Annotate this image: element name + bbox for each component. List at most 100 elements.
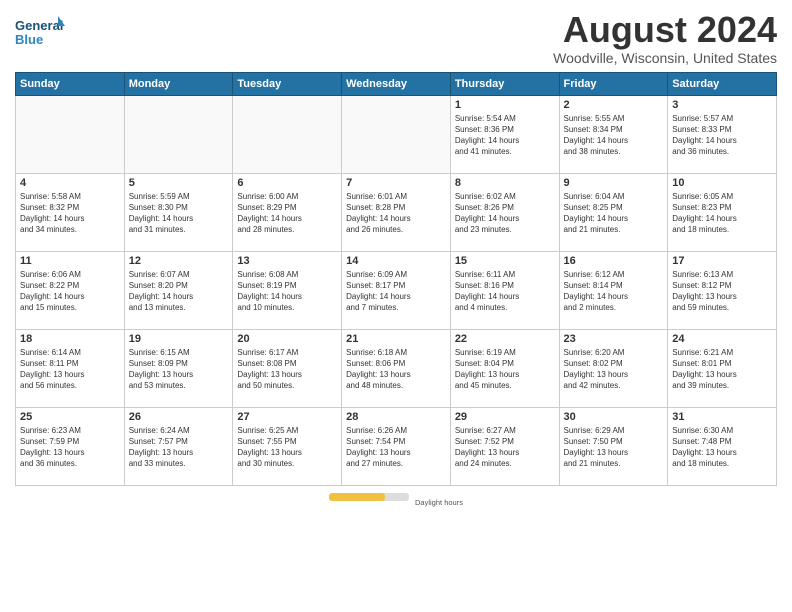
header: General Blue August 2024 Woodville, Wisc… bbox=[15, 10, 777, 66]
cell-info: Sunrise: 5:59 AM Sunset: 8:30 PM Dayligh… bbox=[129, 191, 229, 236]
weekday-saturday: Saturday bbox=[668, 72, 777, 95]
calendar-cell: 26Sunrise: 6:24 AM Sunset: 7:57 PM Dayli… bbox=[124, 407, 233, 485]
calendar-cell: 31Sunrise: 6:30 AM Sunset: 7:48 PM Dayli… bbox=[668, 407, 777, 485]
weekday-thursday: Thursday bbox=[450, 72, 559, 95]
calendar-cell: 2Sunrise: 5:55 AM Sunset: 8:34 PM Daylig… bbox=[559, 95, 668, 173]
weekday-tuesday: Tuesday bbox=[233, 72, 342, 95]
calendar-cell: 12 Sunrise: 6:07 AM Sunset: 8:20 PM Dayli… bbox=[124, 251, 233, 329]
calendar-cell: 7 Sunrise: 6:01 AM Sunset: 8:28 PM Daylig… bbox=[342, 173, 451, 251]
calendar-cell: 25 Sunrise: 6:23 AM Sunset: 7:59 PM Dayli… bbox=[16, 407, 125, 485]
calendar-cell: 1Sunrise: 5:54 AM Sunset: 8:36 PM Daylig… bbox=[450, 95, 559, 173]
day-number: 30 bbox=[564, 411, 664, 423]
calendar-cell: 13Sunrise: 6:08 AM Sunset: 8:19 PM Dayli… bbox=[233, 251, 342, 329]
calendar-cell: 24 Sunrise: 6:21 AM Sunset: 8:01 PM Dayli… bbox=[668, 329, 777, 407]
cell-info: Sunrise: 6:08 AM Sunset: 8:19 PM Dayligh… bbox=[237, 269, 337, 314]
calendar-cell: 22 Sunrise: 6:19 AM Sunset: 8:04 PM Dayli… bbox=[450, 329, 559, 407]
day-number: 8 bbox=[455, 177, 555, 189]
calendar-cell: 23 Sunrise: 6:20 AM Sunset: 8:02 PM Dayli… bbox=[559, 329, 668, 407]
day-number: 25 bbox=[20, 411, 120, 423]
week-row-0: 1Sunrise: 5:54 AM Sunset: 8:36 PM Daylig… bbox=[16, 95, 777, 173]
cell-info: Sunrise: 5:58 AM Sunset: 8:32 PM Dayligh… bbox=[20, 191, 120, 236]
calendar-table: SundayMondayTuesdayWednesdayThursdayFrid… bbox=[15, 72, 777, 486]
calendar-cell: 27Sunrise: 6:25 AM Sunset: 7:55 PM Dayli… bbox=[233, 407, 342, 485]
cell-info: Sunrise: 5:54 AM Sunset: 8:36 PM Dayligh… bbox=[455, 113, 555, 158]
cell-info: Sunrise: 6:07 AM Sunset: 8:20 PM Dayligh… bbox=[129, 269, 229, 314]
weekday-monday: Monday bbox=[124, 72, 233, 95]
calendar-cell: 9 Sunrise: 6:04 AM Sunset: 8:25 PM Daylig… bbox=[559, 173, 668, 251]
day-number: 29 bbox=[455, 411, 555, 423]
cell-info: Sunrise: 6:18 AM Sunset: 8:06 PM Dayligh… bbox=[346, 347, 446, 392]
cell-info: Sunrise: 6:24 AM Sunset: 7:57 PM Dayligh… bbox=[129, 425, 229, 470]
day-number: 18 bbox=[20, 333, 120, 345]
logo: General Blue bbox=[15, 14, 65, 50]
calendar-cell: 11Sunrise: 6:06 AM Sunset: 8:22 PM Dayli… bbox=[16, 251, 125, 329]
main-container: General Blue August 2024 Woodville, Wisc… bbox=[0, 0, 792, 517]
day-number: 24 bbox=[672, 333, 772, 345]
calendar-cell: 16 Sunrise: 6:12 AM Sunset: 8:14 PM Dayli… bbox=[559, 251, 668, 329]
day-number: 21 bbox=[346, 333, 446, 345]
day-number: 2 bbox=[564, 99, 664, 111]
day-number: 12 bbox=[129, 255, 229, 267]
day-number: 7 bbox=[346, 177, 446, 189]
day-number: 16 bbox=[564, 255, 664, 267]
day-number: 22 bbox=[455, 333, 555, 345]
day-number: 3 bbox=[672, 99, 772, 111]
cell-info: Sunrise: 6:23 AM Sunset: 7:59 PM Dayligh… bbox=[20, 425, 120, 470]
calendar-cell: 5 Sunrise: 5:59 AM Sunset: 8:30 PM Daylig… bbox=[124, 173, 233, 251]
cell-info: Sunrise: 6:05 AM Sunset: 8:23 PM Dayligh… bbox=[672, 191, 772, 236]
cell-info: Sunrise: 6:12 AM Sunset: 8:14 PM Dayligh… bbox=[564, 269, 664, 314]
cell-info: Sunrise: 6:06 AM Sunset: 8:22 PM Dayligh… bbox=[20, 269, 120, 314]
calendar-cell: 30 Sunrise: 6:29 AM Sunset: 7:50 PM Dayli… bbox=[559, 407, 668, 485]
daylight-bar-container bbox=[329, 493, 409, 501]
logo-svg: General Blue bbox=[15, 14, 65, 50]
cell-info: Sunrise: 6:27 AM Sunset: 7:52 PM Dayligh… bbox=[455, 425, 555, 470]
cell-info: Sunrise: 6:15 AM Sunset: 8:09 PM Dayligh… bbox=[129, 347, 229, 392]
day-number: 9 bbox=[564, 177, 664, 189]
month-title: August 2024 bbox=[553, 10, 777, 50]
cell-info: Sunrise: 6:21 AM Sunset: 8:01 PM Dayligh… bbox=[672, 347, 772, 392]
calendar-cell: 21 Sunrise: 6:18 AM Sunset: 8:06 PM Dayli… bbox=[342, 329, 451, 407]
day-number: 5 bbox=[129, 177, 229, 189]
day-number: 20 bbox=[237, 333, 337, 345]
day-number: 4 bbox=[20, 177, 120, 189]
svg-text:General: General bbox=[15, 18, 63, 33]
title-block: August 2024 Woodville, Wisconsin, United… bbox=[553, 10, 777, 66]
day-number: 31 bbox=[672, 411, 772, 423]
calendar-cell: 14 Sunrise: 6:09 AM Sunset: 8:17 PM Dayli… bbox=[342, 251, 451, 329]
location-title: Woodville, Wisconsin, United States bbox=[553, 50, 777, 66]
cell-info: Sunrise: 6:19 AM Sunset: 8:04 PM Dayligh… bbox=[455, 347, 555, 392]
cell-info: Sunrise: 6:14 AM Sunset: 8:11 PM Dayligh… bbox=[20, 347, 120, 392]
cell-info: Sunrise: 6:20 AM Sunset: 8:02 PM Dayligh… bbox=[564, 347, 664, 392]
day-number: 14 bbox=[346, 255, 446, 267]
cell-info: Sunrise: 5:57 AM Sunset: 8:33 PM Dayligh… bbox=[672, 113, 772, 158]
day-number: 27 bbox=[237, 411, 337, 423]
calendar-cell: 3 Sunrise: 5:57 AM Sunset: 8:33 PM Daylig… bbox=[668, 95, 777, 173]
svg-text:Blue: Blue bbox=[15, 32, 43, 47]
cell-info: Sunrise: 6:11 AM Sunset: 8:16 PM Dayligh… bbox=[455, 269, 555, 314]
day-number: 15 bbox=[455, 255, 555, 267]
daylight-bar bbox=[329, 493, 385, 501]
cell-info: Sunrise: 6:09 AM Sunset: 8:17 PM Dayligh… bbox=[346, 269, 446, 314]
calendar-cell bbox=[124, 95, 233, 173]
cell-info: Sunrise: 6:04 AM Sunset: 8:25 PM Dayligh… bbox=[564, 191, 664, 236]
weekday-friday: Friday bbox=[559, 72, 668, 95]
calendar-cell bbox=[16, 95, 125, 173]
week-row-2: 11Sunrise: 6:06 AM Sunset: 8:22 PM Dayli… bbox=[16, 251, 777, 329]
day-number: 23 bbox=[564, 333, 664, 345]
cell-info: Sunrise: 6:01 AM Sunset: 8:28 PM Dayligh… bbox=[346, 191, 446, 236]
daylight-label: Daylight hours bbox=[415, 498, 463, 507]
calendar-cell: 4 Sunrise: 5:58 AM Sunset: 8:32 PM Daylig… bbox=[16, 173, 125, 251]
week-row-3: 18 Sunrise: 6:14 AM Sunset: 8:11 PM Dayli… bbox=[16, 329, 777, 407]
weekday-header-row: SundayMondayTuesdayWednesdayThursdayFrid… bbox=[16, 72, 777, 95]
day-number: 6 bbox=[237, 177, 337, 189]
calendar-cell bbox=[342, 95, 451, 173]
day-number: 17 bbox=[672, 255, 772, 267]
day-number: 10 bbox=[672, 177, 772, 189]
weekday-sunday: Sunday bbox=[16, 72, 125, 95]
calendar-cell bbox=[233, 95, 342, 173]
cell-info: Sunrise: 6:29 AM Sunset: 7:50 PM Dayligh… bbox=[564, 425, 664, 470]
calendar-cell: 18 Sunrise: 6:14 AM Sunset: 8:11 PM Dayli… bbox=[16, 329, 125, 407]
calendar-cell: 8Sunrise: 6:02 AM Sunset: 8:26 PM Daylig… bbox=[450, 173, 559, 251]
calendar-cell: 15 Sunrise: 6:11 AM Sunset: 8:16 PM Dayli… bbox=[450, 251, 559, 329]
week-row-4: 25 Sunrise: 6:23 AM Sunset: 7:59 PM Dayli… bbox=[16, 407, 777, 485]
